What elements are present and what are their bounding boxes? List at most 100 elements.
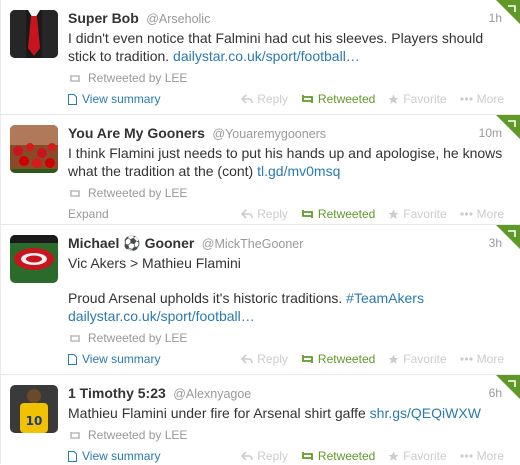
favorite-label: Favorite xyxy=(403,449,447,463)
reply-label: Reply xyxy=(257,207,288,221)
retweeted-label: Retweeted xyxy=(317,352,376,366)
view-summary-link[interactable]: View summary xyxy=(68,350,160,368)
retweeted-button[interactable]: Retweeted xyxy=(301,90,375,108)
hashtag-link[interactable]: #TeamAkers xyxy=(346,290,424,306)
tweet-text-line: Vic Akers > Mathieu Flamini xyxy=(68,255,241,271)
tweet-text-line: Proud Arsenal upholds it's historic trad… xyxy=(68,290,343,306)
more-button[interactable]: More xyxy=(460,350,504,368)
retweet-icon xyxy=(302,452,313,460)
retweet-icon xyxy=(302,95,313,103)
avatar[interactable] xyxy=(10,125,58,173)
retweet-icon xyxy=(70,189,80,197)
tweet-2[interactable]: You Are My Gooners @Youaremygooners 10m … xyxy=(0,115,520,225)
document-icon xyxy=(68,450,77,462)
tweet-author-name[interactable]: Super Bob xyxy=(68,10,139,26)
reply-button[interactable]: Reply xyxy=(241,205,288,223)
retweet-context: Retweeted by LEE xyxy=(68,329,504,347)
tweet-author-username[interactable]: @MickTheGooner xyxy=(202,237,304,251)
tweet-1[interactable]: Super Bob @Arseholic 1h I didn't even no… xyxy=(0,0,520,115)
reply-icon xyxy=(241,94,254,104)
tweet-author-username[interactable]: @Alexnyagoe xyxy=(173,387,251,401)
favorite-label: Favorite xyxy=(403,352,447,366)
more-button[interactable]: More xyxy=(460,447,504,465)
reply-button[interactable]: Reply xyxy=(241,447,288,465)
more-label: More xyxy=(476,92,504,106)
tweet-timestamp[interactable]: 6h xyxy=(489,383,502,403)
tweet-author-name[interactable]: You Are My Gooners xyxy=(68,125,205,141)
reply-button[interactable]: Reply xyxy=(241,350,288,368)
retweeted-button[interactable]: Retweeted xyxy=(301,350,375,368)
tweet-timestamp[interactable]: 3h xyxy=(489,233,502,253)
tweet-text: Mathieu Flamini under fire for Arsenal s… xyxy=(68,404,504,422)
tweet-link[interactable]: dailystar.co.uk/sport/football… xyxy=(173,48,360,64)
view-summary-link[interactable]: View summary xyxy=(68,90,160,108)
tweet-author-name[interactable]: Michael ⚽ Gooner xyxy=(68,235,194,251)
retweet-icon xyxy=(70,74,80,82)
retweet-context: Retweeted by LEE xyxy=(68,426,504,444)
retweet-icon xyxy=(70,334,80,342)
favorite-button[interactable]: Favorite xyxy=(388,90,447,108)
more-label: More xyxy=(476,449,504,463)
retweet-icon xyxy=(70,431,80,439)
tweet-timestamp[interactable]: 10m xyxy=(479,123,502,143)
tweet-3[interactable]: Michael ⚽ Gooner @MickTheGooner 3h Vic A… xyxy=(0,225,520,375)
more-icon xyxy=(460,97,473,101)
document-icon xyxy=(68,353,77,365)
retweeted-label: Retweeted xyxy=(317,207,376,221)
favorite-button[interactable]: Favorite xyxy=(388,447,447,465)
star-icon xyxy=(388,94,399,104)
tweet-author-username[interactable]: @Youaremygooners xyxy=(212,127,326,141)
avatar[interactable] xyxy=(10,10,58,58)
retweeted-by-label: Retweeted by LEE xyxy=(88,428,188,442)
more-icon xyxy=(460,454,473,458)
retweeted-button[interactable]: Retweeted xyxy=(301,447,375,465)
tweet-timestamp[interactable]: 1h xyxy=(489,8,502,28)
retweet-context: Retweeted by LEE xyxy=(68,184,504,202)
tweet-text: Vic Akers > Mathieu Flamini Proud Arsena… xyxy=(68,254,504,325)
more-icon xyxy=(460,212,473,216)
expand-link[interactable]: Expand xyxy=(68,205,109,223)
expand-label: Expand xyxy=(68,207,109,221)
more-button[interactable]: More xyxy=(460,205,504,223)
more-label: More xyxy=(476,207,504,221)
favorite-label: Favorite xyxy=(403,92,447,106)
reply-icon xyxy=(241,354,254,364)
tweet-author-username[interactable]: @Arseholic xyxy=(146,12,210,26)
retweeted-by-label: Retweeted by LEE xyxy=(88,71,188,85)
retweeted-by-label: Retweeted by LEE xyxy=(88,186,188,200)
tweet-link[interactable]: dailystar.co.uk/sport/football… xyxy=(68,308,255,324)
star-icon xyxy=(388,354,399,364)
tweet-text: I think Flamini just needs to put his ha… xyxy=(68,144,504,180)
tweet-4[interactable]: 10 1 Timothy 5:23 @Alexnyagoe 6h Mathieu… xyxy=(0,375,520,464)
reply-icon xyxy=(241,209,254,219)
view-summary-link[interactable]: View summary xyxy=(68,447,160,465)
svg-text:10: 10 xyxy=(26,414,43,428)
tweet-link[interactable]: shr.gs/QEQiWXW xyxy=(370,405,481,421)
favorite-button[interactable]: Favorite xyxy=(388,205,447,223)
retweet-context: Retweeted by LEE xyxy=(68,69,504,87)
star-icon xyxy=(388,209,399,219)
retweeted-button[interactable]: Retweeted xyxy=(301,205,375,223)
retweeted-by-label: Retweeted by LEE xyxy=(88,331,188,345)
reply-label: Reply xyxy=(257,92,288,106)
tweet-text: I didn't even notice that Falmini had cu… xyxy=(68,29,504,65)
view-summary-label: View summary xyxy=(82,352,161,366)
view-summary-label: View summary xyxy=(82,449,161,463)
more-icon xyxy=(460,357,473,361)
tweet-author-name[interactable]: 1 Timothy 5:23 xyxy=(68,385,166,401)
retweeted-label: Retweeted xyxy=(317,92,376,106)
avatar[interactable] xyxy=(10,235,58,283)
reply-button[interactable]: Reply xyxy=(241,90,288,108)
more-button[interactable]: More xyxy=(460,90,504,108)
avatar[interactable]: 10 xyxy=(10,385,58,433)
retweet-icon xyxy=(302,355,313,363)
reply-label: Reply xyxy=(257,449,288,463)
favorite-button[interactable]: Favorite xyxy=(388,350,447,368)
reply-label: Reply xyxy=(257,352,288,366)
reply-icon xyxy=(241,451,254,461)
view-summary-label: View summary xyxy=(82,92,161,106)
tweet-text-content: Mathieu Flamini under fire for Arsenal s… xyxy=(68,405,366,421)
tweet-link[interactable]: tl.gd/mv0msq xyxy=(257,163,340,179)
retweeted-label: Retweeted xyxy=(317,449,376,463)
star-icon xyxy=(388,451,399,461)
